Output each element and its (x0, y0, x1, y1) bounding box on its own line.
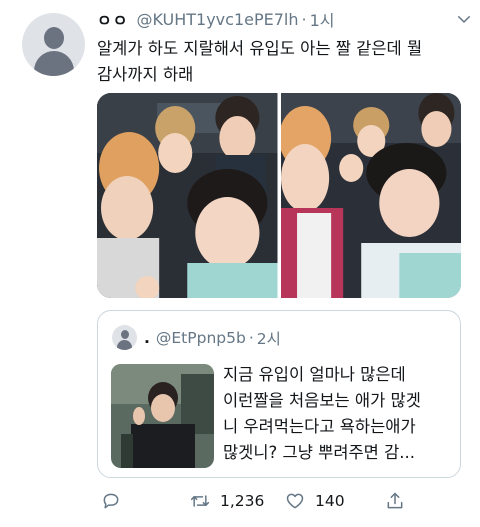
tweet-actions: 1,236 140 (97, 486, 467, 516)
tweet-text-line: 감사까지 하래 (97, 65, 194, 84)
separator-dot: · (301, 9, 307, 29)
quoted-header: . @EtPpnp5b · 2시 (144, 327, 281, 349)
quoted-avatar[interactable] (112, 325, 137, 350)
tweet-header: ㅇㅇ @KUHT1yvc1ePE7lh · 1시 (97, 7, 335, 31)
display-name[interactable]: ㅇㅇ (97, 7, 128, 31)
like-button[interactable]: 140 (285, 486, 345, 516)
reply-icon (103, 493, 119, 509)
tweet[interactable]: ㅇㅇ @KUHT1yvc1ePE7lh · 1시 알계가 하도 지랄해서 유입도… (0, 0, 480, 527)
quoted-timestamp[interactable]: 2시 (257, 327, 281, 349)
default-avatar-body-icon (117, 340, 132, 350)
tweet-media (97, 93, 461, 298)
tweet-text-line: 알계가 하도 지랄해서 유입도 아는 짤 같은데 뭘 (97, 39, 423, 58)
reply-button[interactable] (101, 486, 121, 516)
chevron-down-icon[interactable] (455, 10, 473, 28)
separator-dot: · (248, 329, 254, 347)
share-button[interactable] (385, 486, 405, 516)
quoted-media-thumbnail[interactable] (111, 364, 214, 468)
quoted-text-line: 지금 유입이 얼마나 많은데 (223, 365, 406, 384)
quoted-tweet[interactable]: . @EtPpnp5b · 2시 지금 유입이 얼마나 많은데 이런짤을 처음보… (97, 310, 461, 478)
default-avatar-body-icon (34, 51, 74, 76)
retweet-button[interactable]: 1,236 (190, 486, 264, 516)
retweet-count: 1,236 (220, 492, 265, 510)
tweet-timestamp[interactable]: 1시 (310, 7, 335, 31)
share-icon (387, 492, 403, 509)
avatar[interactable] (22, 13, 85, 76)
quoted-user-handle[interactable]: @EtPpnp5b (156, 329, 246, 347)
media-photo-1[interactable] (97, 93, 278, 298)
tweet-text: 알계가 하도 지랄해서 유입도 아는 짤 같은데 뭘 감사까지 하래 (97, 36, 467, 88)
default-avatar-head-icon (44, 27, 64, 49)
quoted-text-line: 많겟니? 그냥 뿌려주면 감... (223, 443, 416, 462)
user-handle[interactable]: @KUHT1yvc1ePE7lh (136, 10, 298, 29)
quoted-display-name[interactable]: . (144, 329, 150, 347)
quoted-text-line: 니 우려먹는다고 욕하는애가 (223, 417, 416, 436)
like-count: 140 (315, 492, 345, 510)
media-photo-2[interactable] (280, 93, 461, 298)
quoted-text: 지금 유입이 얼마나 많은데 이런짤을 처음보는 애가 많겟 니 우려먹는다고 … (223, 362, 455, 466)
quoted-text-line: 이런짤을 처음보는 애가 많겟 (223, 391, 421, 410)
retweet-icon (190, 495, 210, 507)
default-avatar-head-icon (121, 330, 129, 339)
heart-icon (286, 493, 304, 509)
